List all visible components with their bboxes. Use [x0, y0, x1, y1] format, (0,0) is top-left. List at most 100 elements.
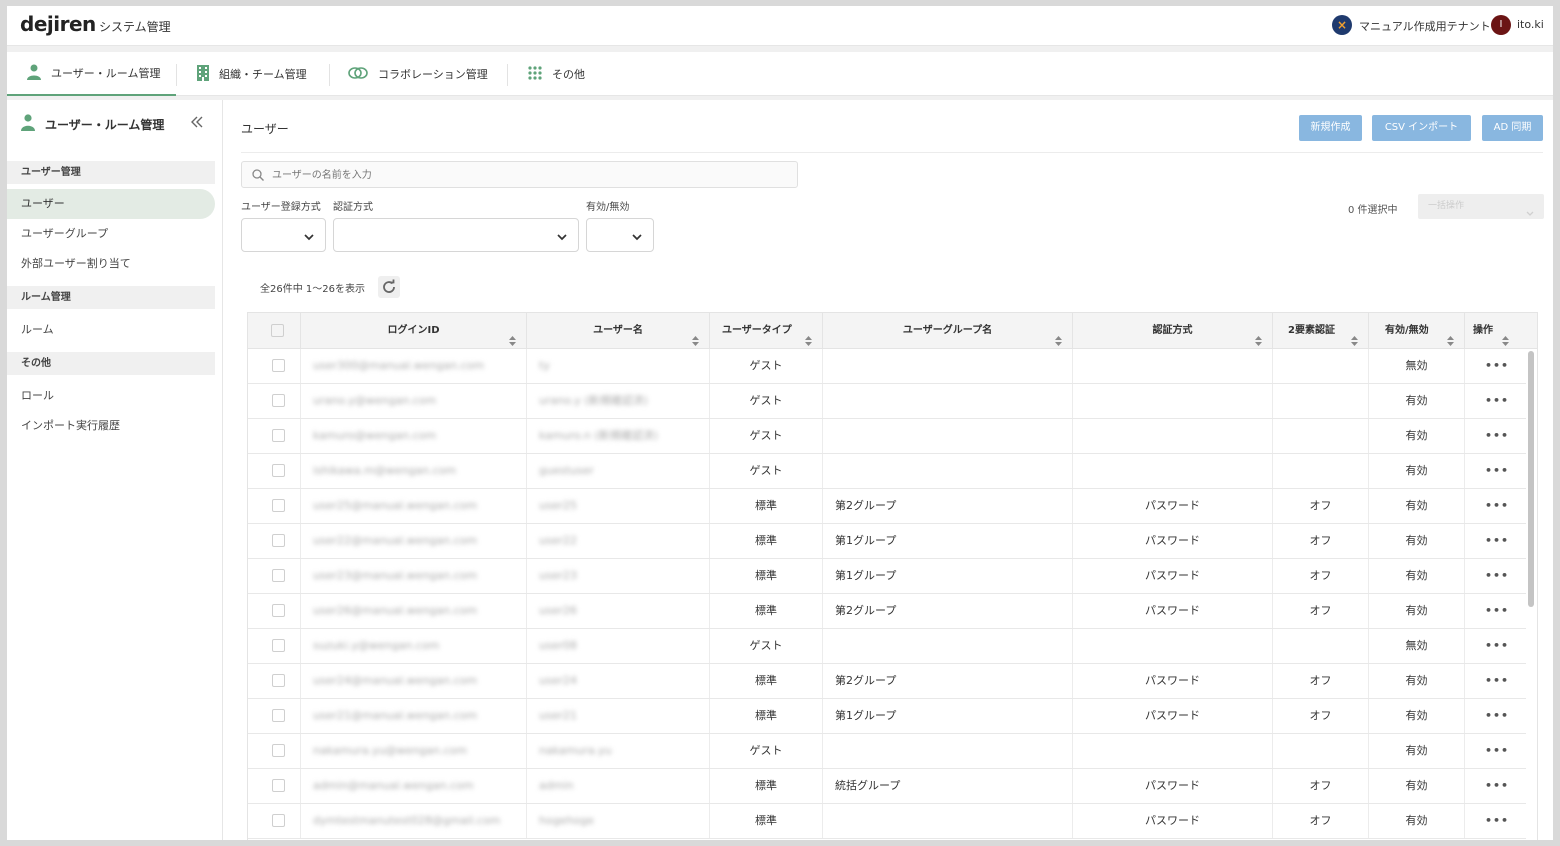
- more-actions-icon[interactable]: •••: [1485, 639, 1509, 652]
- more-actions-icon[interactable]: •••: [1485, 359, 1509, 372]
- table-row[interactable]: user26@manual.wengan.com user26 標準 第2グループ パス…: [248, 594, 1526, 629]
- table-row[interactable]: user24@manual.wengan.com user24 標準 第2グループ パス…: [248, 664, 1526, 699]
- cell-user-name-text: kamuro.n (新規確認済): [539, 429, 658, 442]
- col-header-group[interactable]: ユーザーグループ名: [823, 313, 1073, 349]
- tab-user-room[interactable]: ユーザー・ルーム管理: [7, 52, 176, 96]
- table-row[interactable]: ishikawa.m@wengan.com guestuser ゲスト 有効 •••: [248, 454, 1526, 489]
- sidebar-item-import-history[interactable]: インポート実行履歴: [7, 411, 215, 441]
- cell-2fa-text: オフ: [1309, 499, 1332, 512]
- row-checkbox[interactable]: [272, 359, 285, 372]
- cell-status-text: 有効: [1405, 569, 1428, 582]
- more-actions-icon[interactable]: •••: [1485, 709, 1509, 722]
- row-checkbox[interactable]: [272, 744, 285, 757]
- table-row[interactable]: kamuro@wengan.com kamuro.n (新規確認済) ゲスト 有効 ••…: [248, 419, 1526, 454]
- cell-checkbox: [248, 769, 301, 803]
- table-row[interactable]: urano.y@wengan.com urano.y (新規確認済) ゲスト 有効 ••…: [248, 384, 1526, 419]
- more-actions-icon[interactable]: •••: [1485, 604, 1509, 617]
- col-header-2fa[interactable]: 2要素認証: [1273, 313, 1369, 349]
- tab-label: コラボレーション管理: [378, 68, 488, 81]
- more-actions-icon[interactable]: •••: [1485, 394, 1509, 407]
- tab-org-team[interactable]: 組織・チーム管理: [177, 52, 329, 96]
- registration-method-select[interactable]: [241, 218, 326, 252]
- cell-status: 有効: [1369, 804, 1465, 838]
- cell-user-type-text: 標準: [755, 569, 777, 582]
- enabled-select[interactable]: [586, 218, 654, 252]
- cell-login-id-text: user23@manual.wengan.com: [313, 569, 478, 582]
- more-actions-icon[interactable]: •••: [1485, 499, 1509, 512]
- col-header-auth[interactable]: 認証方式: [1073, 313, 1273, 349]
- cell-status: 有効: [1369, 559, 1465, 593]
- more-actions-icon[interactable]: •••: [1485, 569, 1509, 582]
- more-actions-icon[interactable]: •••: [1485, 534, 1509, 547]
- row-checkbox[interactable]: [272, 604, 285, 617]
- tab-others[interactable]: その他: [508, 52, 608, 96]
- double-chevron-left-icon[interactable]: [191, 114, 203, 132]
- tab-collaboration[interactable]: コラボレーション管理: [330, 52, 507, 96]
- refresh-button[interactable]: [378, 276, 400, 298]
- cell-user-name: nakamura.yu: [527, 734, 710, 768]
- more-actions-icon[interactable]: •••: [1485, 464, 1509, 477]
- cell-status: 有効: [1369, 699, 1465, 733]
- cell-user-type: 標準: [710, 594, 823, 628]
- select-all-checkbox[interactable]: [271, 324, 284, 337]
- cell-auth-text: パスワード: [1145, 814, 1200, 827]
- auth-method-select[interactable]: [333, 218, 579, 252]
- row-checkbox[interactable]: [272, 534, 285, 547]
- cell-user-type-text: 標準: [755, 499, 777, 512]
- sidebar-item-roles[interactable]: ロール: [7, 381, 215, 411]
- col-header-label: ユーザーグループ名: [902, 325, 993, 336]
- sidebar-item-external-users[interactable]: 外部ユーザー割り当て: [7, 249, 215, 279]
- table-row[interactable]: user25@manual.wengan.com user25 標準 第2グループ パス…: [248, 489, 1526, 524]
- search-input[interactable]: [272, 166, 772, 184]
- row-checkbox[interactable]: [272, 499, 285, 512]
- more-actions-icon[interactable]: •••: [1485, 744, 1509, 757]
- more-actions-icon[interactable]: •••: [1485, 429, 1509, 442]
- tenant-name[interactable]: マニュアル作成用テナント: [1359, 18, 1491, 34]
- row-checkbox[interactable]: [272, 429, 285, 442]
- row-checkbox[interactable]: [272, 569, 285, 582]
- user-avatar[interactable]: I: [1491, 15, 1511, 35]
- row-checkbox[interactable]: [272, 674, 285, 687]
- row-checkbox[interactable]: [272, 709, 285, 722]
- table-row[interactable]: admin@manual.wengan.com admin 標準 統括グループ パスワー…: [248, 769, 1526, 804]
- sidebar-item-user-groups[interactable]: ユーザーグループ: [7, 219, 215, 249]
- cell-user-name: user22: [527, 524, 710, 558]
- table-row[interactable]: nakamura.yu@wengan.com nakamura.yu ゲスト 有効 ••…: [248, 734, 1526, 769]
- cell-user-type-text: ゲスト: [749, 639, 783, 652]
- new-button[interactable]: 新規作成: [1299, 115, 1362, 141]
- sidebar-item-rooms[interactable]: ルーム: [7, 315, 215, 345]
- cell-checkbox: [248, 804, 301, 838]
- more-actions-icon[interactable]: •••: [1485, 674, 1509, 687]
- cell-2fa-text: オフ: [1309, 814, 1332, 827]
- cell-user-type: 標準: [710, 524, 823, 558]
- table-row[interactable]: user21@manual.wengan.com user21 標準 第1グループ パス…: [248, 699, 1526, 734]
- row-checkbox[interactable]: [272, 464, 285, 477]
- row-checkbox[interactable]: [272, 814, 285, 827]
- ad-sync-button[interactable]: AD 同期: [1482, 115, 1543, 141]
- col-header-user-name[interactable]: ユーザー名: [527, 313, 710, 349]
- row-checkbox[interactable]: [272, 779, 285, 792]
- table-row[interactable]: user300@manual.wengan.com ty ゲスト 無効 •••: [248, 349, 1526, 384]
- app-logo[interactable]: dejiren: [20, 12, 96, 36]
- table-row[interactable]: dymtestmanutest028@gmail.com hogehoge 標準 パス…: [248, 804, 1526, 839]
- cell-user-type-text: 標準: [755, 604, 777, 617]
- sidebar-item-users[interactable]: ユーザー: [7, 189, 215, 219]
- col-header-status[interactable]: 有効/無効: [1369, 313, 1465, 349]
- col-header-user-type[interactable]: ユーザータイプ: [710, 313, 823, 349]
- cell-actions: •••: [1465, 349, 1526, 383]
- user-name[interactable]: ito.ki: [1517, 18, 1544, 31]
- cell-auth: パスワード: [1073, 559, 1273, 593]
- csv-import-button[interactable]: CSV インポート: [1372, 115, 1471, 141]
- more-actions-icon[interactable]: •••: [1485, 814, 1509, 827]
- table-row[interactable]: suzuki.y@wengan.com user08 ゲスト 無効 •••: [248, 629, 1526, 664]
- bulk-action-select[interactable]: 一括操作: [1418, 194, 1544, 219]
- table-row[interactable]: user23@manual.wengan.com user23 標準 第1グループ パス…: [248, 559, 1526, 594]
- table-row[interactable]: user22@manual.wengan.com user22 標準 第1グループ パス…: [248, 524, 1526, 559]
- col-header-actions[interactable]: 操作: [1465, 313, 1537, 349]
- col-header-login-id[interactable]: ログインID: [301, 313, 527, 349]
- row-checkbox[interactable]: [272, 639, 285, 652]
- table-scrollbar[interactable]: [1528, 351, 1534, 607]
- more-actions-icon[interactable]: •••: [1485, 779, 1509, 792]
- row-checkbox[interactable]: [272, 394, 285, 407]
- cell-status-text: 有効: [1405, 499, 1428, 512]
